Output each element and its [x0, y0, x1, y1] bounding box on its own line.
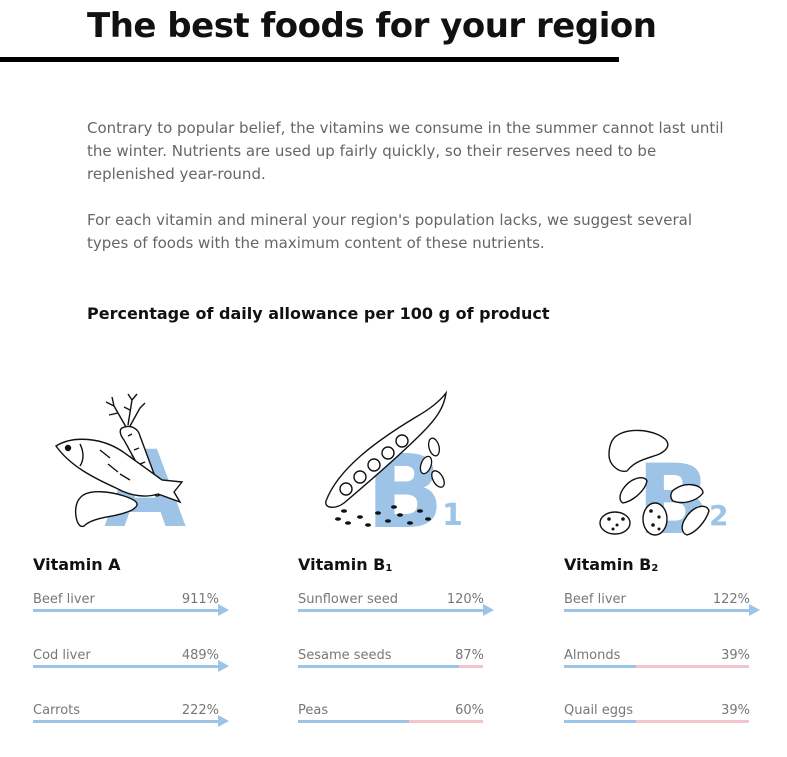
food-name: Sesame seeds	[298, 648, 392, 663]
vitamin-name: Vitamin A	[33, 555, 121, 574]
food-percent: 222%	[181, 703, 219, 718]
food-percent: 60%	[455, 703, 484, 718]
vitamin-name: Vitamin B	[564, 555, 652, 574]
food-name: Quail eggs	[564, 703, 634, 718]
food-name: Carrots	[33, 703, 81, 718]
vitamin-subscript: 2	[651, 563, 659, 574]
quail-egg-icon	[599, 502, 668, 536]
intro-paragraph-2: For each vitamin and mineral your region…	[87, 211, 692, 252]
bar-arrow-head	[749, 604, 760, 616]
food-percent: 39%	[721, 703, 750, 718]
food-percent: 39%	[721, 648, 750, 663]
bar-arrow-head	[483, 604, 494, 616]
vitamin-heading: Vitamin B1	[298, 555, 494, 577]
food-row: Peas 60%	[298, 703, 494, 743]
bar-fill	[33, 609, 218, 612]
food-row: Beef liver 911%	[33, 592, 229, 632]
section-subtitle: Percentage of daily allowance per 100 g …	[87, 304, 550, 323]
page-title: The best foods for your region	[87, 6, 657, 46]
food-row: Quail eggs 39%	[564, 703, 760, 743]
intro-paragraph-1: Contrary to popular belief, the vitamins…	[87, 119, 724, 183]
food-percent: 87%	[455, 648, 484, 663]
food-row: Beef liver 122%	[564, 592, 760, 632]
vitamin-b2-index: 2	[709, 499, 728, 532]
food-percent: 489%	[181, 648, 219, 663]
bar-fill	[564, 609, 749, 612]
vitamin-b2-illustration: B 2	[599, 429, 728, 543]
food-row: Sesame seeds 87%	[298, 648, 494, 688]
food-percent: 122%	[712, 592, 750, 607]
food-percent: 120%	[446, 592, 484, 607]
vitamin-subscript: 1	[385, 563, 393, 574]
food-name: Sunflower seed	[298, 592, 399, 607]
food-name: Beef liver	[564, 592, 626, 607]
bar-fill	[564, 665, 636, 668]
food-row: Cod liver 489%	[33, 648, 229, 688]
vitamin-heading: Vitamin A	[33, 555, 229, 577]
food-percent: 911%	[181, 592, 219, 607]
food-name: Cod liver	[33, 648, 91, 663]
title-underline	[0, 57, 619, 62]
vitamin-b1-illustration: B 1	[325, 390, 463, 533]
bar-fill	[298, 609, 483, 612]
bar-arrow-head	[218, 604, 229, 616]
vitamin-a-illustration: A	[55, 393, 186, 530]
bar-fill	[33, 720, 218, 723]
vitamin-b1-column: Vitamin B1 Sunflower seed 120% Sesame se…	[298, 555, 494, 723]
food-row: Almonds 39%	[564, 648, 760, 688]
bar-fill	[298, 720, 409, 723]
food-name: Beef liver	[33, 592, 95, 607]
vitamin-b1-index: 1	[442, 498, 463, 533]
food-name: Peas	[298, 703, 329, 718]
vitamin-name: Vitamin B	[298, 555, 386, 574]
vitamin-a-column: Vitamin A Beef liver 911% Cod liver 489%…	[33, 555, 229, 727]
bar-arrow-head	[218, 660, 229, 672]
food-name: Almonds	[564, 648, 621, 663]
bar-fill	[298, 665, 459, 668]
bar-fill	[33, 665, 218, 668]
bar-fill	[564, 720, 636, 723]
vitamin-b2-column: Vitamin B2 Beef liver 122% Almonds 39% Q…	[564, 555, 760, 723]
food-row: Carrots 222%	[33, 703, 229, 743]
vitamin-heading: Vitamin B2	[564, 555, 760, 577]
bar-arrow-head	[218, 715, 229, 727]
food-row: Sunflower seed 120%	[298, 592, 494, 632]
